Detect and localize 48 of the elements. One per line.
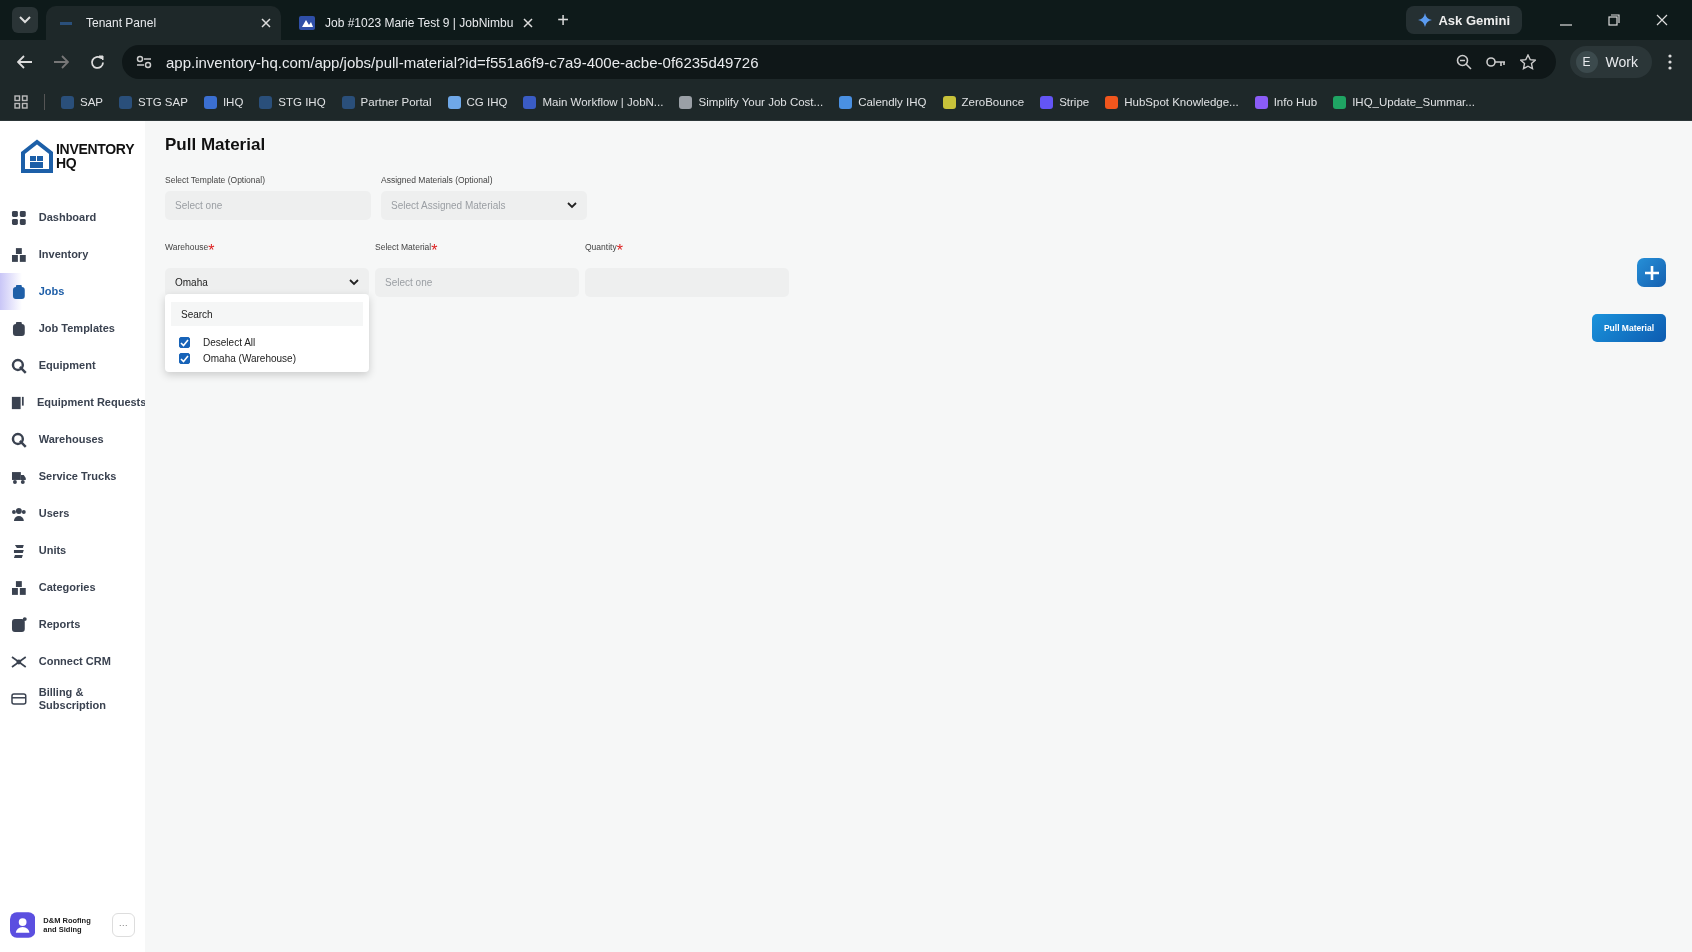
menu-option[interactable]: Deselect All	[171, 337, 363, 348]
sidebar-item[interactable]: Categories	[0, 569, 145, 606]
sidebar-item[interactable]: Equipment	[0, 347, 145, 384]
required-mark: *	[431, 242, 438, 260]
browser-tab[interactable]: Tenant Panel	[46, 6, 281, 40]
sidebar-item[interactable]: Service Trucks	[0, 458, 145, 495]
bookmark[interactable]: Main Workflow | JobN...	[523, 95, 664, 109]
bookmark[interactable]: Info Hub	[1254, 95, 1318, 109]
logo-text: INVENTORY HQ	[56, 142, 135, 170]
menu-option[interactable]: Omaha (Warehouse)	[171, 353, 363, 364]
profile-button[interactable]: E Work	[1569, 46, 1652, 78]
sidebar-item[interactable]: Units	[0, 532, 145, 569]
bookmark[interactable]: STG IHQ	[259, 95, 326, 109]
bookmark[interactable]: Calendly IHQ	[839, 95, 927, 109]
page-title: Pull Material	[165, 135, 267, 155]
field-label: Quantity	[585, 242, 617, 252]
field-label: Select Material	[375, 242, 432, 252]
required-mark: *	[208, 242, 215, 260]
bookmark[interactable]: HubSpot Knowledge...	[1105, 95, 1239, 109]
bookmark[interactable]: ZeroBounce	[942, 95, 1025, 109]
sidebar-item[interactable]: Connect CRM	[0, 643, 145, 680]
sidebar-item[interactable]: Warehouses	[0, 421, 145, 458]
field-label: Assigned Materials (Optional)	[381, 175, 493, 185]
bookmark[interactable]: Simplify Your Job Cost...	[679, 95, 824, 109]
field-label: Warehouse	[165, 242, 209, 252]
sidebar-item[interactable]: Dashboard	[0, 199, 145, 236]
search-field[interactable]: Search	[171, 302, 363, 326]
sidebar-item[interactable]: Inventory	[0, 236, 145, 273]
sidebar-item[interactable]: Billing & Subscription	[0, 680, 145, 717]
bookmark[interactable]: Partner Portal	[341, 95, 432, 109]
ask-gemini-button[interactable]: Ask Gemini	[1406, 6, 1522, 34]
bookmark[interactable]: STG SAP	[119, 95, 188, 109]
address-bar[interactable]: app.inventory-hq.com/app/jobs/pull-material?id=f551a6f9-c7a9-400e-acbe-0f6235d49726	[122, 45, 1556, 79]
sidebar-item[interactable]: Job Templates	[0, 310, 145, 347]
bookmark[interactable]: IHQ	[203, 95, 244, 109]
bookmark[interactable]: Stripe	[1040, 95, 1090, 109]
required-mark: *	[616, 242, 623, 260]
bookmark[interactable]: IHQ_Update_Summar...	[1333, 95, 1475, 109]
pull-material-button[interactable]: Pull Material	[1591, 314, 1666, 342]
bookmark[interactable]: CG IHQ	[447, 95, 508, 109]
new-tab-button[interactable]: +	[557, 9, 570, 32]
field-label: Select Template (Optional)	[165, 175, 265, 185]
sidebar-item[interactable]: Reports	[0, 606, 145, 643]
bookmark[interactable]: SAP	[61, 95, 103, 109]
browser-tab[interactable]: Job #1023 Marie Test 9 | JobNimbu	[285, 6, 544, 40]
more-button[interactable]: ···	[111, 913, 135, 937]
sidebar-item[interactable]: Equipment Requests	[0, 384, 145, 421]
sidebar-item[interactable]: Users	[0, 495, 145, 532]
